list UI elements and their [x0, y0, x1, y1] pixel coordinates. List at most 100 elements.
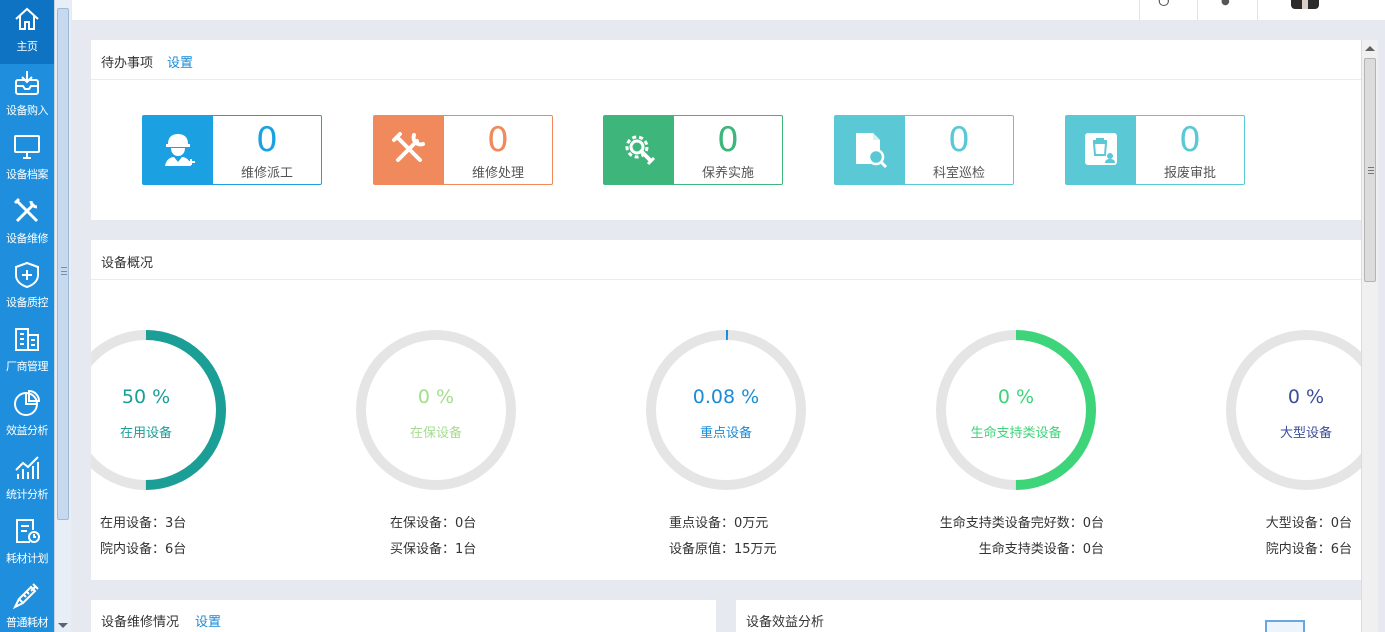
panel-title: 设备维修情况 — [101, 615, 180, 630]
sidebar-item-consumables[interactable]: 普通耗材 — [0, 576, 54, 632]
gauge-percent: 0 % — [417, 386, 455, 408]
stat-text: 院内设备：6台 — [1265, 542, 1352, 557]
clipboard-clock-icon — [16, 519, 40, 543]
todo-settings-link[interactable]: 设置 — [167, 52, 193, 71]
todo-label: 保养实施 — [701, 166, 754, 181]
sidebar-item-home[interactable]: 主页 — [0, 0, 54, 64]
card-icon-box — [835, 116, 905, 184]
gauge-name: 大型设备 — [1279, 426, 1332, 441]
header-icon-fragment[interactable]: ᗨ — [1158, 0, 1170, 10]
todo-card-inspection[interactable]: 0 科室巡检 — [834, 115, 1014, 185]
gauge-name: 在保设备 — [409, 426, 462, 441]
stat-text: 设备原值：15万元 — [669, 542, 777, 557]
stat-text: 重点设备：0万元 — [669, 516, 769, 531]
todo-card-dispatch[interactable]: 0 维修派工 — [142, 115, 322, 185]
stat-text: 在用设备：3台 — [100, 516, 187, 531]
document-search-icon — [856, 133, 888, 168]
sidebar-item-repair[interactable]: 设备维修 — [0, 192, 54, 256]
scroll-down-arrow-icon[interactable] — [58, 623, 68, 628]
todo-count: 0 — [717, 120, 739, 160]
gauge-name: 在用设备 — [119, 426, 172, 441]
todo-count: 0 — [1179, 120, 1201, 160]
sidebar-item-label: 设备质控 — [6, 296, 49, 309]
header-divider — [1139, 0, 1140, 20]
header-icon-fragment[interactable]: ● — [1221, 0, 1230, 7]
gauge-percent: 0.08 % — [692, 386, 760, 408]
overview-panel: 设备概况 50 % 在用设备 0 % 在保设备 0.08 % 重点设备 0 % … — [91, 240, 1361, 580]
panel-title: 设备概况 — [101, 256, 154, 271]
card-icon-box — [374, 116, 444, 184]
sidebar-item-label: 设备档案 — [6, 168, 49, 181]
building-icon — [15, 328, 39, 351]
repair-settings-link[interactable]: 设置 — [195, 611, 221, 630]
todo-card-maintenance[interactable]: 0 保养实施 — [603, 115, 783, 185]
todo-label: 报废审批 — [1163, 166, 1216, 181]
sidebar-item-archive[interactable]: 设备档案 — [0, 128, 54, 192]
pie-chart-icon — [14, 389, 41, 416]
sidebar-item-vendor[interactable]: 厂商管理 — [0, 320, 54, 384]
todo-count: 0 — [487, 120, 509, 160]
sidebar-item-label: 耗材计划 — [6, 552, 49, 565]
engineer-icon — [165, 134, 195, 166]
bar-trend-icon — [15, 456, 39, 479]
sidebar-item-stats[interactable]: 统计分析 — [0, 448, 54, 512]
sidebar-item-label: 普通耗材 — [6, 616, 49, 629]
gauge-arc — [91, 330, 226, 490]
gauge-warranty: 0 % 在保设备 — [356, 330, 516, 490]
main-scrollbar[interactable] — [1361, 40, 1378, 632]
sidebar: 主页 设备购入 设备档案 设备维修 设备质控 厂商管理 效益分析 统计分析 耗材… — [0, 0, 54, 632]
grip-icon — [1368, 167, 1374, 174]
stat-text: 生命支持类设备：0台 — [978, 542, 1104, 557]
tools-icon — [13, 197, 39, 223]
sidebar-item-label: 效益分析 — [6, 424, 49, 437]
gauge-name: 重点设备 — [699, 426, 752, 441]
stat-text: 生命支持类设备完好数：0台 — [939, 516, 1104, 531]
todo-label: 维修派工 — [240, 166, 293, 181]
sidebar-item-qc[interactable]: 设备质控 — [0, 256, 54, 320]
repair-panel: 设备维修情况 设置 — [91, 600, 716, 632]
monitor-icon — [14, 135, 40, 159]
todo-panel: 待办事项 设置 0 维修派工 0 维修处理 0 保养实施 0 科室巡检 0 报废… — [91, 40, 1361, 220]
gear-wrench-icon — [625, 135, 656, 166]
benefit-panel: 设备效益分析 — [736, 600, 1361, 632]
gauge-percent: 50 % — [121, 386, 171, 408]
shield-plus-icon — [15, 261, 39, 289]
inbox-download-icon — [15, 71, 39, 95]
stat-text: 买保设备：1台 — [390, 542, 477, 557]
gauge-in-use: 50 % 在用设备 — [91, 330, 226, 490]
gauge-life-support: 0 % 生命支持类设备 — [936, 330, 1096, 490]
sidebar-item-label: 设备维修 — [6, 232, 49, 245]
syringe-icon — [12, 583, 39, 610]
stat-text: 大型设备：0台 — [1265, 516, 1352, 531]
sidebar-scrollbar[interactable] — [54, 0, 71, 632]
sidebar-scrollbar-thumb[interactable] — [57, 8, 69, 520]
sidebar-item-purchase[interactable]: 设备购入 — [0, 64, 54, 128]
home-icon — [15, 7, 39, 30]
grip-icon — [61, 267, 67, 275]
card-icon-box — [1066, 116, 1136, 184]
top-header: ᗨ ● — [72, 0, 1385, 20]
stat-text: 在保设备：0台 — [390, 516, 477, 531]
sidebar-item-label: 厂商管理 — [6, 360, 49, 373]
card-icon-box — [604, 116, 674, 184]
wrench-screwdriver-icon — [392, 132, 425, 162]
main-scrollbar-thumb[interactable] — [1364, 58, 1376, 282]
gauge-large-equipment: 0 % 大型设备 — [1226, 330, 1361, 490]
chart-thumbnail[interactable] — [1265, 620, 1305, 632]
gauge-key-equipment: 0.08 % 重点设备 — [646, 330, 806, 490]
sidebar-item-benefit[interactable]: 效益分析 — [0, 384, 54, 448]
gauge-percent: 0 % — [997, 386, 1035, 408]
avatar[interactable] — [1291, 0, 1319, 9]
panel-title: 设备效益分析 — [746, 615, 825, 630]
scroll-up-arrow-icon[interactable] — [1365, 46, 1375, 51]
todo-panel-header: 待办事项 设置 — [91, 40, 1361, 80]
trash-user-icon — [1085, 133, 1117, 165]
sidebar-item-consumable-plan[interactable]: 耗材计划 — [0, 512, 54, 576]
todo-card-scrap-approval[interactable]: 0 报废审批 — [1065, 115, 1245, 185]
sidebar-item-label: 主页 — [16, 40, 39, 53]
todo-card-repair[interactable]: 0 维修处理 — [373, 115, 553, 185]
sidebar-item-label: 设备购入 — [6, 104, 49, 117]
header-divider — [1197, 0, 1198, 20]
todo-label: 科室巡检 — [932, 166, 985, 181]
gauge-name: 生命支持类设备 — [970, 426, 1062, 441]
